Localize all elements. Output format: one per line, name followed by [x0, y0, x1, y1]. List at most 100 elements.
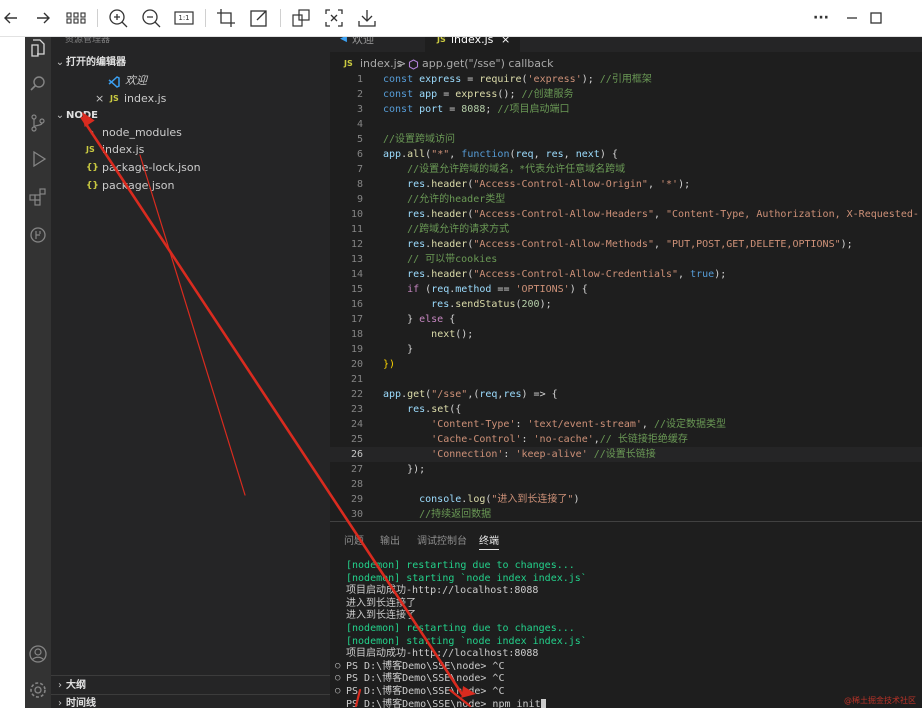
code-text: //持续返回数据: [383, 507, 491, 522]
folder-header-node[interactable]: ⌄ NODE: [51, 107, 330, 125]
breadcrumb-symbol[interactable]: app.get("/sse") callback: [422, 55, 553, 73]
line-number: 15: [350, 284, 363, 295]
code-line: 8 res.header("Access-Control-Allow-Origi…: [330, 177, 922, 192]
file-label: index.js: [102, 143, 145, 156]
code-token: 8088: [461, 104, 486, 115]
forward-icon[interactable]: [32, 6, 56, 30]
code-token: ): [573, 494, 580, 505]
terminal-line: ○ PS D:\博客Demo\SSE\node> ^C: [335, 685, 922, 698]
tab-index-js[interactable]: JS index.js ×: [425, 37, 520, 52]
code-token: req: [515, 149, 534, 160]
chevron-right-icon: ›: [90, 127, 94, 138]
line-number: 1: [356, 74, 363, 85]
code-token: next: [575, 149, 600, 160]
code-text: next();: [383, 327, 473, 342]
open-editor-item-index-js[interactable]: × JS index.js: [51, 90, 330, 108]
minimize-icon[interactable]: [840, 6, 864, 30]
code-token: ();: [455, 329, 474, 340]
terminal-line: 项目启动成功-http://localhost:8088: [346, 584, 922, 597]
code-line: 21: [330, 372, 922, 387]
run-debug-icon[interactable]: [28, 149, 48, 169]
open-editor-item-welcome[interactable]: 欢迎: [51, 72, 330, 90]
code-token: res: [383, 239, 426, 250]
file-item-index-js[interactable]: JS index.js: [51, 141, 330, 159]
activity-bar: [25, 37, 51, 708]
code-token: ,: [653, 209, 667, 220]
ocr-icon[interactable]: [289, 6, 313, 30]
account-icon[interactable]: [28, 644, 48, 664]
code-token: ==: [491, 284, 516, 295]
code-token: ,: [449, 149, 462, 160]
watermark-text: @稀土掘金技术社区: [844, 696, 916, 705]
code-token: =: [437, 89, 456, 100]
code-token: //设置跨域访问: [383, 134, 456, 145]
code-line: 6 app.all("*", function(req, res, next) {: [330, 147, 922, 162]
tab-terminal[interactable]: 终端: [479, 532, 499, 550]
crop-icon[interactable]: [214, 6, 238, 30]
open-editors-header[interactable]: ⌄ 打开的编辑器: [51, 54, 330, 72]
timeline-section-header[interactable]: › 时间线: [51, 695, 330, 708]
code-line: 28: [330, 477, 922, 492]
code-line: 11 //跨域允许的请求方式: [330, 222, 922, 237]
extensions-icon[interactable]: [28, 187, 48, 207]
back-icon[interactable]: [0, 6, 24, 30]
edit-icon[interactable]: [247, 6, 271, 30]
tab-output[interactable]: 输出: [380, 532, 400, 547]
code-text: }: [383, 342, 413, 357]
line-number: 6: [356, 149, 363, 160]
code-token: 200: [521, 299, 540, 310]
file-label: package.json: [102, 179, 175, 192]
terminal-line: 进入到长连接了: [346, 609, 922, 622]
code-token: const: [383, 89, 420, 100]
more-icon[interactable]: ···: [809, 6, 833, 30]
code-token: //项目启动端口: [497, 104, 570, 115]
tab-problems[interactable]: 问题: [344, 532, 364, 547]
grid-view-icon[interactable]: [64, 6, 88, 30]
line-number: 3: [356, 104, 363, 115]
tab-debug-console[interactable]: 调试控制台: [417, 532, 467, 547]
download-icon[interactable]: [355, 6, 379, 30]
file-item-package-json[interactable]: {} package.json: [51, 177, 330, 195]
file-item-node-modules[interactable]: › node_modules: [51, 124, 330, 142]
outline-section-header[interactable]: › 大纲: [51, 677, 330, 695]
zoom-out-icon[interactable]: [139, 6, 163, 30]
code-line: 17 } else {: [330, 312, 922, 327]
code-token: "/sse": [431, 389, 468, 400]
explorer-icon[interactable]: [28, 38, 48, 58]
file-label: node_modules: [102, 126, 182, 139]
code-token: //持续返回数据: [383, 509, 492, 520]
code-token: );: [840, 239, 853, 250]
close-icon[interactable]: ×: [95, 90, 104, 108]
settings-gear-icon[interactable]: [28, 680, 48, 700]
code-token: app: [383, 149, 402, 160]
terminal-text: [nodemon] starting `node index index.js`: [346, 572, 587, 584]
code-line: 3 const port = 8088; //项目启动端口: [330, 102, 922, 117]
actual-size-icon[interactable]: 1:1: [172, 6, 196, 30]
breadcrumb: JS index.js > app.get("/sse") callback: [330, 55, 922, 73]
tab-welcome[interactable]: ◀ 欢迎: [330, 37, 405, 52]
zoom-in-icon[interactable]: [106, 6, 130, 30]
js-file-icon: JS: [86, 145, 95, 154]
circle-icon: ○: [335, 660, 341, 671]
line-number: 26: [350, 449, 363, 460]
search-icon[interactable]: [28, 74, 48, 94]
code-token: //允许的header类型: [383, 194, 506, 205]
file-item-package-lock-json[interactable]: {} package-lock.json: [51, 159, 330, 177]
fit-screen-icon[interactable]: [322, 6, 346, 30]
code-token: res: [383, 269, 426, 280]
code-token: 'keep-alive': [515, 449, 588, 460]
close-icon[interactable]: ×: [501, 37, 510, 45]
terminal-line: [nodemon] starting `node index index.js`: [346, 635, 922, 648]
line-number: 18: [350, 329, 363, 340]
code-token: res: [383, 209, 426, 220]
line-number: 27: [350, 464, 363, 475]
code-text: 'Cache-Control': 'no-cache',// 长链接拒绝缓存: [383, 432, 688, 447]
code-line: 7 //设置允许跨域的域名，*代表允许任意域名跨域: [330, 162, 922, 177]
source-control-icon[interactable]: [28, 113, 48, 133]
maximize-icon[interactable]: [864, 6, 888, 30]
code-token: //设置允许跨域的域名，*代表允许任意域名跨域: [383, 164, 626, 175]
chevron-down-icon: ⌄: [55, 110, 65, 121]
remote-explorer-icon[interactable]: [28, 225, 48, 245]
code-text: }): [383, 357, 395, 372]
